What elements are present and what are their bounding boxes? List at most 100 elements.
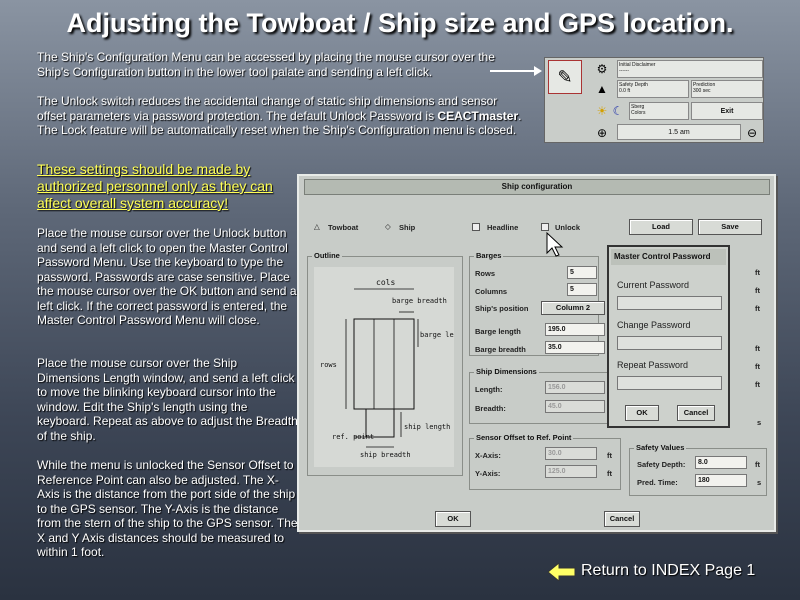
- prediction-cell[interactable]: Prediction 300 sec: [691, 80, 763, 98]
- outline-title: Outline: [312, 251, 342, 260]
- columns-field-label: Columns: [475, 287, 508, 296]
- ship-length-field[interactable]: 156.0: [545, 381, 605, 394]
- repeat-password-label: Repeat Password: [617, 360, 689, 370]
- towboat-radio[interactable]: Towboat: [328, 223, 358, 232]
- sensor-offset-title: Sensor Offset to Ref. Point: [474, 433, 574, 442]
- password-dialog-title: Master Control Password: [611, 249, 726, 265]
- repeat-password-field[interactable]: [617, 376, 722, 390]
- ship-radio[interactable]: Ship: [399, 223, 415, 232]
- pred-time-field[interactable]: 180: [695, 474, 747, 487]
- tool-palette: ✎ ⚙ ▲ Initial Disclaimer ------ Safety D…: [544, 57, 764, 143]
- ship-outline-diagram: cols barge breadth barge length rows shi…: [314, 267, 454, 467]
- zoom-out-icon[interactable]: ⊖: [743, 124, 761, 142]
- barge-length-field[interactable]: 195.0: [545, 323, 605, 336]
- ship-length-label: ship length: [404, 423, 450, 431]
- y-axis-field[interactable]: 125.0: [545, 465, 597, 478]
- barges-title: Barges: [474, 251, 504, 260]
- ship-dimensions-title: Ship Dimensions: [474, 367, 539, 376]
- wrench-icon[interactable]: ⚙: [593, 60, 611, 78]
- barge-breadth-field-label: Barge breadth: [475, 345, 526, 354]
- colors-cell[interactable]: Sberg Colors: [629, 102, 689, 120]
- intro-paragraph-1: The Ship's Configuration Menu can be acc…: [37, 50, 495, 79]
- y-axis-label: Y-Axis:: [475, 469, 501, 478]
- x-axis-unit: ft: [607, 451, 612, 460]
- depth-icon[interactable]: ▲: [593, 80, 611, 98]
- ok-button[interactable]: OK: [435, 511, 471, 527]
- default-password: CEACTmaster: [437, 108, 519, 123]
- cancel-button[interactable]: Cancel: [604, 511, 640, 527]
- sensor-offset-group: Sensor Offset to Ref. Point: [469, 433, 621, 490]
- disclaimer-value: ------: [619, 68, 629, 74]
- current-password-field[interactable]: [617, 296, 722, 310]
- ship-breadth-label: ship breadth: [360, 451, 411, 459]
- master-control-password-dialog: Master Control Password Current Password…: [607, 245, 730, 428]
- ship-config-icon[interactable]: ✎: [548, 60, 582, 94]
- x-axis-label: X-Axis:: [475, 451, 501, 460]
- safety-depth-value: 0.0 ft: [619, 88, 631, 94]
- load-button[interactable]: Load: [629, 219, 693, 235]
- change-password-label: Change Password: [617, 320, 691, 330]
- unit-s-1: s: [757, 418, 762, 427]
- ship-breadth-field[interactable]: 45.0: [545, 400, 605, 413]
- ref-point-label: ref. point: [332, 433, 374, 441]
- ship-length-field-label: Length:: [475, 385, 503, 394]
- x-axis-field[interactable]: 30.0: [545, 447, 597, 460]
- cols-label: cols: [376, 278, 395, 287]
- ship-dimensions-group: Ship Dimensions: [469, 367, 609, 424]
- warning-text: These settings should be made by authori…: [37, 161, 273, 211]
- ships-position-label: Ship's position: [475, 304, 529, 313]
- unit-ft-5: ft: [755, 362, 760, 371]
- left-arrow-icon[interactable]: [548, 563, 576, 581]
- zoom-in-icon[interactable]: ⊕: [593, 124, 611, 142]
- unit-ft-1: ft: [755, 268, 760, 277]
- rows-field-label: Rows: [475, 269, 496, 278]
- safety-values-title: Safety Values: [634, 443, 687, 452]
- unit-ft-2: ft: [755, 286, 760, 295]
- y-axis-unit: ft: [607, 469, 612, 478]
- colors-label: Colors: [631, 110, 646, 116]
- columns-field[interactable]: 5: [567, 283, 597, 296]
- return-to-index-link[interactable]: Return to INDEX Page 1: [581, 562, 755, 580]
- barge-breadth-label: barge breadth: [392, 297, 447, 305]
- disclaimer-cell[interactable]: Initial Disclaimer ------: [617, 60, 763, 78]
- rows-field[interactable]: 5: [567, 266, 597, 279]
- safety-depth-unit: ft: [755, 460, 760, 469]
- intro-p2-start: The Unlock switch reduces the accidental…: [37, 94, 498, 123]
- unit-ft-4: ft: [755, 344, 760, 353]
- prediction-value: 300 sec: [693, 88, 711, 94]
- moon-icon[interactable]: ☾: [609, 102, 627, 120]
- dialog-title: Ship configuration: [304, 179, 770, 195]
- page-title: Adjusting the Towboat / Ship size and GP…: [66, 8, 734, 38]
- pred-time-unit: s: [757, 478, 762, 487]
- current-password-label: Current Password: [617, 280, 690, 290]
- barge-length-field-label: Barge length: [475, 327, 521, 336]
- ship-radio-icon[interactable]: ◇: [385, 222, 391, 231]
- password-ok-button[interactable]: OK: [625, 405, 659, 421]
- password-cancel-button[interactable]: Cancel: [677, 405, 715, 421]
- headline-checkbox[interactable]: [472, 223, 480, 231]
- intro-paragraph-2: The Unlock switch reduces the accidental…: [37, 94, 527, 138]
- safety-depth-cell[interactable]: Safety Depth 0.0 ft: [617, 80, 689, 98]
- exit-button[interactable]: Exit: [691, 102, 763, 120]
- unit-ft-3: ft: [755, 304, 760, 313]
- instruction-paragraph-3: While the menu is unlocked the Sensor Of…: [37, 458, 298, 559]
- instruction-paragraph-2: Place the mouse cursor over the Ship Dim…: [37, 356, 298, 443]
- headline-label: Headline: [487, 223, 519, 232]
- outline-group: Outline cols barge breadth barge length …: [307, 251, 463, 476]
- unit-ft-6: ft: [755, 380, 760, 389]
- zoom-scale-cell[interactable]: 1.5 am: [617, 124, 741, 140]
- ships-position-select[interactable]: Column 2: [541, 301, 605, 315]
- towboat-radio-icon[interactable]: △: [314, 222, 320, 231]
- mouse-cursor-icon: [546, 231, 564, 257]
- pred-time-field-label: Pred. Time:: [637, 478, 678, 487]
- unlock-checkbox[interactable]: [541, 223, 549, 231]
- barge-breadth-field[interactable]: 35.0: [545, 341, 605, 354]
- barge-breadth-line: barge breadth: [392, 297, 447, 305]
- change-password-field[interactable]: [617, 336, 722, 350]
- safety-depth-field[interactable]: 8.0: [695, 456, 747, 469]
- ship-breadth-field-label: Breadth:: [475, 404, 506, 413]
- barge-length-label: barge length: [420, 331, 454, 339]
- rows-label: rows: [320, 361, 337, 369]
- save-button[interactable]: Save: [698, 219, 762, 235]
- instruction-paragraph-1: Place the mouse cursor over the Unlock b…: [37, 226, 297, 327]
